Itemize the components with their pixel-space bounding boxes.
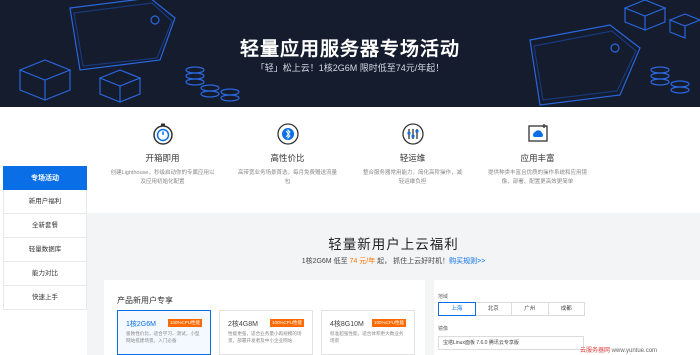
plan-desc: 标准超强性能，适合体积更大数业务场景 bbox=[330, 331, 404, 343]
plan-option-4c8g10m[interactable]: 4核8G10M 100%CPU性能 标准超强性能，适合体积更大数业务场景 bbox=[321, 310, 415, 355]
image-select[interactable]: 宝塔Linux面板 7.6.0 腾讯云专享版 bbox=[438, 336, 584, 350]
region-shanghai[interactable]: 上海 bbox=[438, 302, 476, 316]
hero-subtitle: 「轻」松上云！1核2G6M 限时低至74元/年起！ bbox=[255, 63, 445, 73]
sidebar-item-lightweight-database[interactable]: 轻量数据库 bbox=[3, 238, 87, 262]
cloud-app-icon bbox=[527, 124, 548, 142]
feature-title: 高性价比 bbox=[270, 153, 305, 163]
plan-desc: 性能更强，适合业务量小再规模的场景，部署开发者及中小企业网站 bbox=[228, 331, 302, 343]
stopwatch-icon bbox=[152, 123, 173, 145]
promo-subtitle: 1核2G6M 低至 74 元/年 起， 抓住上云好时机！购买规则>> bbox=[87, 256, 700, 266]
cpu-badge: 100%CPU性能 bbox=[168, 319, 203, 327]
region-beijing[interactable]: 北京 bbox=[474, 302, 512, 316]
feature-item: 应用丰富 提供种类丰富且优质的操作系统和应用镜像，部署、配置更高效更简单 bbox=[475, 122, 600, 187]
hero-title: 轻量应用服务器专场活动 bbox=[239, 39, 460, 60]
sidebar-item-new-user-benefits[interactable]: 新用户福利 bbox=[3, 190, 87, 214]
sidebar-item-new-packages[interactable]: 全新套餐 bbox=[3, 214, 87, 238]
sidebar-item-quick-start[interactable]: 快速上手 bbox=[3, 286, 87, 310]
sidebar-item-special-event[interactable]: 专场活动 bbox=[3, 166, 87, 190]
region-label: 地域 bbox=[438, 294, 449, 300]
hero-banner: 轻量应用服务器专场活动 「轻」松上云！1核2G6M 限时低至74元/年起！ bbox=[0, 0, 700, 107]
watermark: 云服务器网 www.yuntue.com bbox=[580, 345, 657, 354]
bluetooth-shield-icon bbox=[276, 123, 299, 145]
cpu-badge: 100%CPU性能 bbox=[270, 319, 305, 327]
feature-desc: 创建Lighthouse，秒级启动你的专属应用以及应用初始化配置 bbox=[110, 170, 215, 185]
plan-name: 2核4G8M bbox=[228, 321, 258, 328]
feature-strip: 开箱即用 创建Lighthouse，秒级启动你的专属应用以及应用初始化配置 高性… bbox=[100, 122, 600, 202]
feature-title: 开箱即用 bbox=[145, 153, 180, 163]
feature-title: 应用丰富 bbox=[520, 153, 555, 163]
sidebar-item-capability-comparison[interactable]: 能力对比 bbox=[3, 262, 87, 286]
config-panel: 地域 上海 北京 广州 成都 镜像 宝塔Linux面板 7.6.0 腾讯云专享版 bbox=[434, 280, 700, 355]
feature-item: 轻运维 整合服务器常用能力，简化高阶操作，减轻运维负担 bbox=[350, 122, 475, 187]
feature-desc: 高带宽业务场景首选，每月免费赠送流量包 bbox=[237, 170, 337, 185]
purchase-rules-link[interactable]: 购买规则>> bbox=[449, 258, 485, 265]
plan-option-2c4g8m[interactable]: 2核4G8M 100%CPU性能 性能更强，适合业务量小再规模的场景，部署开发者… bbox=[219, 310, 313, 355]
image-label: 镜像 bbox=[438, 326, 449, 332]
feature-item: 开箱即用 创建Lighthouse，秒级启动你的专属应用以及应用初始化配置 bbox=[100, 122, 225, 187]
feature-item: 高性价比 高带宽业务场景首选，每月免费赠送流量包 bbox=[225, 122, 350, 187]
feature-desc: 整合服务器常用能力，简化高阶操作，减轻运维负担 bbox=[362, 170, 462, 185]
plan-desc: 极致性价比，适合学习、测试，小型网站搭建场景，入门必备 bbox=[126, 331, 200, 343]
cpu-badge: 100%CPU性能 bbox=[372, 319, 407, 327]
tools-icon bbox=[401, 123, 424, 145]
promo-title: 轻量新用户上云福利 bbox=[328, 237, 459, 252]
feature-desc: 提供种类丰富且优质的操作系统和应用镜像，部署、配置更高效更简单 bbox=[487, 170, 587, 185]
feature-title: 轻运维 bbox=[399, 153, 426, 163]
sidebar-nav: 专场活动 新用户福利 全新套餐 轻量数据库 能力对比 快速上手 bbox=[3, 166, 87, 310]
plan-option-1c2g6m[interactable]: 1核2G6M 100%CPU性能 极致性价比，适合学习、测试，小型网站搭建场景，… bbox=[117, 310, 211, 355]
region-chengdu[interactable]: 成都 bbox=[547, 302, 585, 316]
watermark-url: www.yuntue.com bbox=[611, 348, 658, 354]
promo-subtitle-prefix: 1核2G6M 低至 bbox=[301, 258, 350, 265]
promo-price: 74 元/年 bbox=[349, 258, 376, 265]
plan-name: 4核8G10M bbox=[330, 321, 364, 328]
plan-name: 1核2G6M bbox=[126, 321, 156, 328]
product-card-title: 产品新用户专享 bbox=[117, 296, 173, 305]
page-root: 轻量应用服务器专场活动 「轻」松上云！1核2G6M 限时低至74元/年起！ 开箱… bbox=[0, 0, 700, 355]
promo-subtitle-suffix: 起， 抓住上云好时机！ bbox=[375, 258, 450, 265]
region-guangzhou[interactable]: 广州 bbox=[511, 302, 549, 316]
product-card: 产品新用户专享 1核2G6M 100%CPU性能 极致性价比，适合学习、测试，小… bbox=[104, 280, 425, 355]
region-selector: 上海 北京 广州 成都 bbox=[438, 302, 585, 316]
watermark-cn: 云服务器网 bbox=[580, 348, 612, 354]
